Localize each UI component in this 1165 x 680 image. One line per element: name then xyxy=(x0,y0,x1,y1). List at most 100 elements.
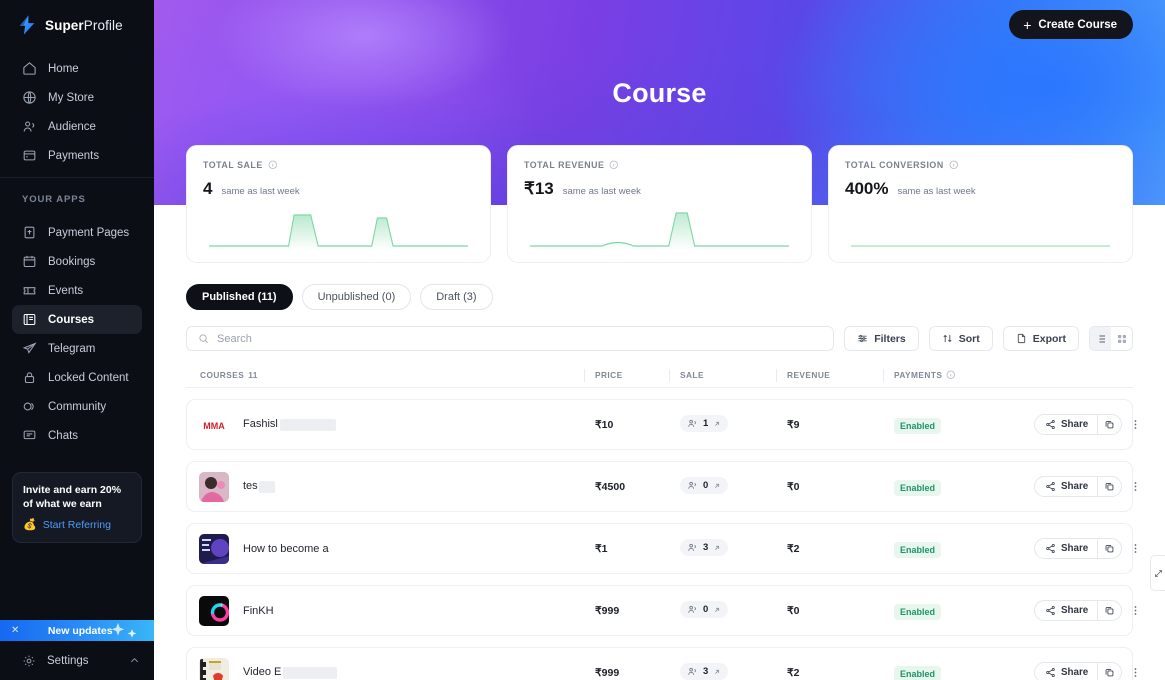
sidebar-item-locked-content[interactable]: Locked Content xyxy=(12,363,142,392)
share-button[interactable]: Share xyxy=(1035,663,1097,680)
expand-panel-handle[interactable] xyxy=(1150,555,1165,591)
sidebar-item-label: Events xyxy=(48,284,84,297)
stat-value-row: 400% same as last week xyxy=(845,179,1116,199)
users-icon xyxy=(688,605,696,613)
share-label: Share xyxy=(1061,667,1089,678)
copy-icon xyxy=(1105,421,1114,429)
sidebar-item-payment-pages[interactable]: Payment Pages xyxy=(12,218,142,247)
sale-chip[interactable]: 1 xyxy=(680,415,729,432)
column-header-revenue: REVENUE xyxy=(776,368,883,382)
info-icon[interactable] xyxy=(268,160,278,170)
export-button[interactable]: Export xyxy=(1002,326,1079,351)
new-updates-banner[interactable]: ✕ New updates xyxy=(0,620,154,641)
stat-card-total-revenue: TOTAL REVENUE ₹13 same as last week xyxy=(507,145,812,263)
column-header-payments-label: PAYMENTS xyxy=(894,369,943,380)
course-sale[interactable]: 1 xyxy=(670,415,777,434)
copy-link-button[interactable] xyxy=(1097,415,1121,434)
table-row[interactable]: tes ₹4500 0 ₹0 Enabled Share xyxy=(186,461,1137,512)
sidebar-item-home[interactable]: Home xyxy=(12,54,142,83)
course-sale[interactable]: 0 xyxy=(670,477,777,496)
sparkle-icon xyxy=(111,623,137,638)
sidebar-item-chats[interactable]: Chats xyxy=(12,421,142,450)
copy-link-button[interactable] xyxy=(1097,477,1121,496)
row-menu-button[interactable] xyxy=(1127,604,1143,617)
info-icon[interactable] xyxy=(946,370,956,380)
status-badge: Enabled xyxy=(894,479,942,496)
sidebar-item-community[interactable]: Community xyxy=(12,392,142,421)
share-button[interactable]: Share xyxy=(1035,539,1097,558)
sidebar-item-telegram[interactable]: Telegram xyxy=(12,334,142,363)
stat-value: ₹13 xyxy=(524,179,554,198)
course-name: Video E xyxy=(243,666,338,679)
share-button[interactable]: Share xyxy=(1035,415,1097,434)
arrow-up-right-icon xyxy=(715,483,720,488)
stat-label: TOTAL CONVERSION xyxy=(845,160,1116,170)
tab-draft[interactable]: Draft (3) xyxy=(420,284,493,310)
sidebar-item-audience[interactable]: Audience xyxy=(12,112,142,141)
sidebar-item-label: Community xyxy=(48,400,107,413)
sort-icon xyxy=(943,334,952,343)
sale-chip[interactable]: 3 xyxy=(680,539,729,556)
share-button[interactable]: Share xyxy=(1035,477,1097,496)
payment-page-icon xyxy=(24,226,35,239)
sidebar-item-bookings[interactable]: Bookings xyxy=(12,247,142,276)
sort-button[interactable]: Sort xyxy=(928,326,993,351)
course-sale[interactable]: 0 xyxy=(670,601,777,620)
course-name: tes xyxy=(243,480,275,493)
filters-button[interactable]: Filters xyxy=(844,326,919,351)
courses-count: 11 xyxy=(248,369,258,380)
info-icon[interactable] xyxy=(609,160,619,170)
close-icon[interactable]: ✕ xyxy=(0,625,28,636)
share-button[interactable]: Share xyxy=(1035,601,1097,620)
tab-published[interactable]: Published (11) xyxy=(186,284,293,310)
search-box[interactable] xyxy=(186,326,835,351)
share-icon xyxy=(1046,544,1055,553)
course-sale[interactable]: 3 xyxy=(670,539,777,558)
sidebar-item-payments[interactable]: Payments xyxy=(12,141,142,170)
course-cell: tes xyxy=(199,471,585,502)
table-row[interactable]: How to become a ₹1 3 ₹2 Enabled Share xyxy=(186,523,1137,574)
grid-view-button[interactable] xyxy=(1111,327,1132,350)
course-thumbnail: MMA xyxy=(199,409,229,440)
copy-link-button[interactable] xyxy=(1097,601,1121,620)
course-sale[interactable]: 3 xyxy=(670,663,777,680)
sidebar-item-label: Payment Pages xyxy=(48,226,130,239)
share-icon xyxy=(1046,606,1055,615)
filters-label: Filters xyxy=(874,332,906,345)
sale-chip[interactable]: 0 xyxy=(680,477,729,494)
sidebar-item-events[interactable]: Events xyxy=(12,276,142,305)
users-icon xyxy=(23,121,35,132)
stat-note: same as last week xyxy=(897,186,976,197)
sidebar-apps-nav: Payment Pages Bookings Events Courses Te… xyxy=(0,214,154,450)
brand[interactable]: SuperProfile xyxy=(0,0,154,50)
kebab-menu-icon xyxy=(1134,606,1137,615)
sale-chip[interactable]: 0 xyxy=(680,601,729,618)
search-input[interactable] xyxy=(217,332,823,345)
list-view-button[interactable] xyxy=(1090,327,1111,350)
start-referring-link[interactable]: 💰 Start Referring xyxy=(23,518,131,532)
table-row[interactable]: FinKH ₹999 0 ₹0 Enabled Share xyxy=(186,585,1137,636)
course-payments: Enabled xyxy=(884,540,1034,558)
sidebar-item-courses[interactable]: Courses xyxy=(12,305,142,334)
row-menu-button[interactable] xyxy=(1127,480,1143,493)
table-row[interactable]: Video E ₹999 3 ₹2 Enabled Share xyxy=(186,647,1137,680)
sale-chip[interactable]: 3 xyxy=(680,663,729,680)
course-revenue: ₹9 xyxy=(787,418,800,431)
settings-button[interactable]: Settings xyxy=(0,641,154,680)
row-menu-button[interactable] xyxy=(1127,666,1143,679)
info-icon[interactable] xyxy=(949,160,959,170)
row-menu-button[interactable] xyxy=(1127,418,1143,431)
sale-count: 0 xyxy=(703,604,709,615)
row-menu-button[interactable] xyxy=(1127,542,1143,555)
table-row[interactable]: MMA Fashisl ₹10 1 ₹9 Enabled Share xyxy=(186,399,1137,450)
share-group: Share xyxy=(1034,476,1123,497)
tab-unpublished[interactable]: Unpublished (0) xyxy=(301,284,412,310)
sidebar-item-my-store[interactable]: My Store xyxy=(12,83,142,112)
sale-count: 3 xyxy=(703,542,709,553)
users-icon xyxy=(688,667,696,675)
copy-link-button[interactable] xyxy=(1097,539,1121,558)
copy-link-button[interactable] xyxy=(1097,663,1121,680)
sidebar-item-label: My Store xyxy=(48,91,95,104)
share-group: Share xyxy=(1034,600,1123,621)
status-badge: Enabled xyxy=(894,541,942,558)
